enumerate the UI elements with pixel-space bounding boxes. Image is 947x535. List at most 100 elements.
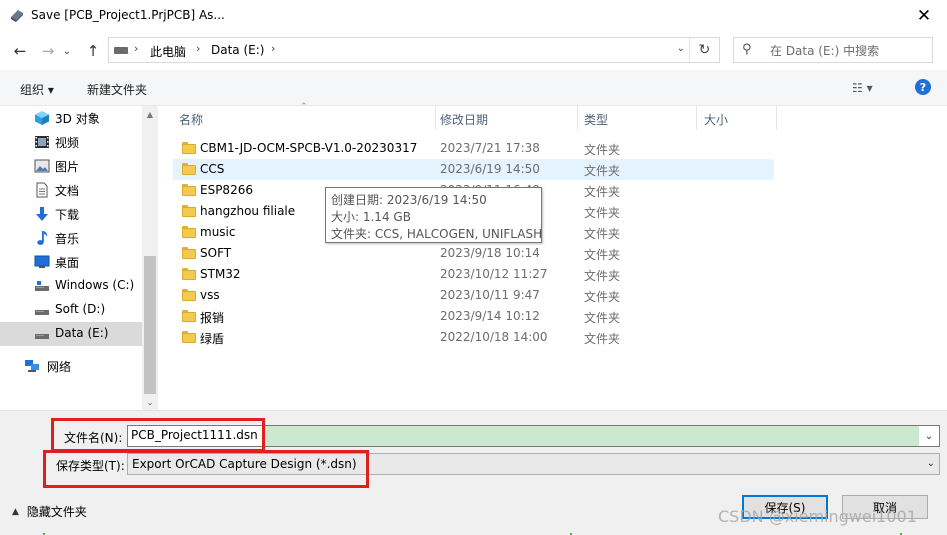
column-divider[interactable] [696,106,697,130]
network-icon [25,360,39,372]
save-options-panel: 文件名(N): PCB_Project1111.dsn ⌄ 保存类型(T): E… [0,410,947,535]
new-folder-button[interactable]: 新建文件夹 [87,81,147,98]
tooltip-created-date: 创建日期: 2023/6/19 14:50 [331,193,487,207]
film-icon [35,136,49,148]
close-icon: ✕ [916,6,932,26]
sidebar-item-music[interactable]: 音乐 [0,226,142,250]
file-type: 文件夹 [584,227,621,241]
column-header-name[interactable]: 名称 [179,106,203,130]
folder-icon [182,331,196,343]
folder-icon [182,205,196,217]
chevron-down-icon[interactable]: ⌄ [919,426,939,446]
app-icon [11,10,23,22]
view-options-button[interactable]: ☷ ▾ [852,80,888,96]
sidebar-item-windows-c[interactable]: Windows (C:) [0,274,142,298]
hide-folders-toggle[interactable]: ▲ 隐藏文件夹 [12,503,87,520]
sidebar-item-network[interactable]: 网络 [0,354,142,378]
file-type: 文件夹 [584,206,621,220]
sidebar-item-documents[interactable]: 文档 [0,178,142,202]
file-date: 2023/6/19 14:50 [440,162,540,176]
sidebar-scrollbar[interactable]: ▲ ⌄ [142,106,158,410]
sidebar-item-label: 视频 [55,136,80,150]
sidebar-item-downloads[interactable]: 下载 [0,202,142,226]
organize-button[interactable]: 组织 ▾ [20,81,54,98]
column-divider[interactable] [435,106,436,130]
file-row[interactable]: 报销 2023/9/14 10:12 文件夹 [173,306,774,327]
drive-icon [35,281,49,291]
file-row[interactable]: CCS 2023/6/19 14:50 文件夹 [173,159,774,180]
column-divider[interactable] [776,106,777,130]
sidebar-item-videos[interactable]: 视频 [0,130,142,154]
navigation-bar: ← → ⌄ ↑ › 此电脑 › Data (E:) › ⌄ ↻ ⚲ [0,32,947,70]
drive-icon [114,47,128,54]
breadcrumb-separator[interactable]: › [271,42,275,55]
highlight-annotation [43,450,369,488]
file-name: hangzhou filiale [200,204,296,218]
arrow-right-icon: → [41,42,55,60]
file-type: 文件夹 [584,248,621,262]
column-divider[interactable] [577,106,578,130]
arrow-up-icon: ↑ [86,42,100,60]
refresh-button[interactable]: ↻ [689,38,719,62]
music-note-icon [37,231,48,245]
folder-icon [182,163,196,175]
sidebar-item-label: 文档 [55,184,80,198]
sidebar-item-label: 图片 [55,160,80,174]
watermark: CSDN @xiemingwei1001 [718,507,917,526]
drive-icon [35,334,49,339]
chevron-down-icon: ⌄ [62,45,72,57]
file-row[interactable]: 绿盾 2022/10/18 14:00 文件夹 [173,327,774,348]
breadcrumb-separator[interactable]: › [196,42,200,55]
chevron-down-icon[interactable]: ⌄ [927,458,935,469]
file-type: 文件夹 [584,311,621,325]
search-input[interactable] [770,42,930,59]
sidebar-item-label: 下载 [55,208,80,222]
search-box[interactable]: ⚲ [733,37,933,63]
forward-button[interactable]: → [37,40,59,62]
folder-icon [182,289,196,301]
file-row[interactable]: vss 2023/10/11 9:47 文件夹 [173,285,774,306]
scroll-down-icon[interactable]: ⌄ [142,394,158,410]
file-row[interactable]: SOFT 2023/9/18 10:14 文件夹 [173,243,774,264]
column-header-type[interactable]: 类型 [584,106,608,130]
recent-locations-button[interactable]: ⌄ [60,40,74,62]
scrollbar-thumb[interactable] [144,256,156,394]
back-button[interactable]: ← [9,40,31,62]
navigation-pane: 3D 对象 视频 图片 文档 下载 音乐 桌面 Windows (C:) Sof… [0,106,158,410]
file-row[interactable]: CBM1-JD-OCM-SPCB-V1.0-20230317 2023/7/21… [173,138,774,159]
file-name: 报销 [200,311,225,325]
file-name: CBM1-JD-OCM-SPCB-V1.0-20230317 [200,141,418,155]
folder-icon [182,226,196,238]
sidebar-item-desktop[interactable]: 桌面 [0,250,142,274]
breadcrumb-separator[interactable]: › [134,42,138,55]
file-name: music [200,225,236,239]
picture-icon [34,159,50,173]
sidebar-item-label: Windows (C:) [55,278,135,292]
folder-icon [182,247,196,259]
address-bar[interactable]: › 此电脑 › Data (E:) › ⌄ ↻ [108,37,720,63]
hide-folders-label: 隐藏文件夹 [26,505,87,519]
up-button[interactable]: ↑ [82,40,104,62]
cube-icon [35,111,49,125]
close-button[interactable]: ✕ [901,0,947,32]
breadcrumb-data-drive[interactable]: Data (E:) [211,43,264,57]
sidebar-item-pictures[interactable]: 图片 [0,154,142,178]
help-button[interactable]: ? [915,79,931,95]
column-header-size[interactable]: 大小 [704,106,728,130]
file-row[interactable]: STM32 2023/10/12 11:27 文件夹 [173,264,774,285]
address-dropdown-icon[interactable]: ⌄ [677,43,685,54]
title-bar: Save [PCB_Project1.PrjPCB] As... ✕ [0,0,947,32]
sidebar-item-soft-d[interactable]: Soft (D:) [0,298,142,322]
file-date: 2023/9/18 10:14 [440,246,540,260]
refresh-icon: ↻ [698,42,711,58]
file-name: ESP8266 [200,183,253,197]
sidebar-item-data-e[interactable]: Data (E:) [0,322,142,346]
column-header-date[interactable]: 修改日期 [440,106,488,130]
scroll-up-icon[interactable]: ▲ [142,106,158,122]
file-name: SOFT [200,246,232,260]
sidebar-item-3d-objects[interactable]: 3D 对象 [0,106,142,130]
file-type: 文件夹 [584,269,621,283]
file-name: 绿盾 [200,332,225,346]
sidebar-item-label: 桌面 [55,256,80,270]
breadcrumb-this-pc[interactable]: 此电脑 [150,43,186,60]
